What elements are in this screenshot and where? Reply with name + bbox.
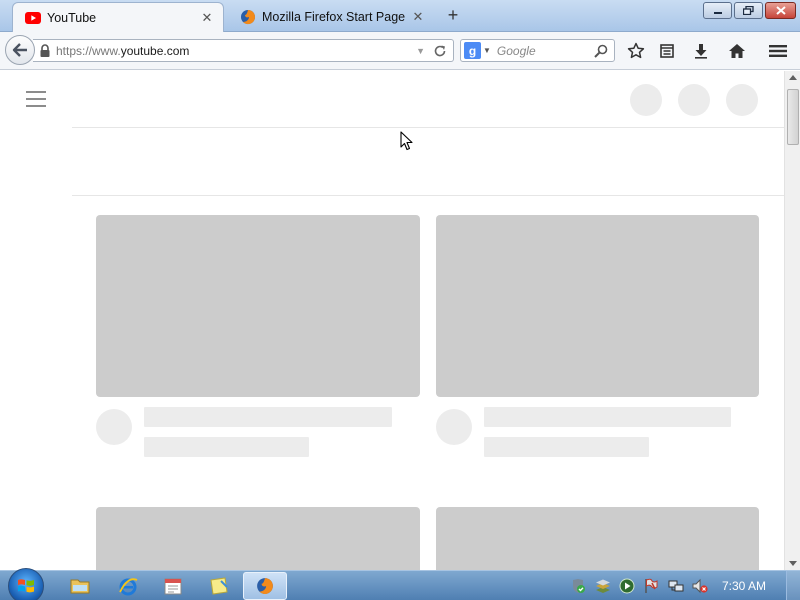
media-play-icon[interactable] [619,578,635,594]
search-icon[interactable] [594,44,608,58]
firefox-icon [240,9,256,25]
taskbar-firefox-button[interactable] [243,572,287,600]
window-controls [703,2,796,19]
flag-icon[interactable] [643,578,659,594]
header-divider [72,127,784,128]
url-prefix: https://www. [56,43,121,58]
internet-explorer-icon[interactable] [116,575,140,597]
google-icon[interactable]: g [464,42,481,59]
calendar-app-icon[interactable] [161,575,185,597]
minimize-button[interactable] [703,2,732,19]
show-desktop-button[interactable] [786,571,800,600]
youtube-page [0,71,784,570]
title-bar: YouTube ✕ Mozilla Firefox Start Page ✕ + [0,0,800,32]
taskbar-clock[interactable]: 7:30 AM [722,579,766,593]
title-placeholder [484,407,731,427]
video-thumbnail-placeholder[interactable] [436,507,759,570]
mouse-cursor-icon [400,131,413,154]
scroll-thumb[interactable] [787,89,799,145]
taskbar: 7:30 AM [0,568,800,600]
new-tab-button[interactable]: + [443,6,463,25]
restore-icon [743,6,754,15]
tab-title: Mozilla Firefox Start Page [262,10,406,24]
downloads-icon[interactable] [691,41,711,61]
reading-list-icon[interactable] [657,41,677,61]
guide-menu-icon[interactable] [26,91,46,107]
network-icon[interactable] [668,578,684,594]
close-icon [775,6,786,15]
tab-firefox-start[interactable]: Mozilla Firefox Start Page ✕ [228,2,434,32]
channel-avatar-placeholder [96,409,132,445]
minimize-icon [713,11,722,14]
home-icon[interactable] [727,41,747,61]
header-button-placeholder [678,84,710,116]
meta-placeholder [484,437,649,457]
video-thumbnail-placeholder[interactable] [436,215,759,397]
security-shield-icon[interactable] [570,578,586,594]
header-button-placeholder [630,84,662,116]
history-dropdown-icon[interactable]: ▼ [416,46,425,56]
scroll-up-icon[interactable] [789,75,797,80]
reload-icon[interactable] [433,44,447,58]
volume-muted-icon[interactable] [692,578,708,594]
menu-icon[interactable] [768,41,788,61]
window-close-button[interactable] [765,2,796,19]
youtube-icon [25,10,41,26]
search-bar[interactable]: g ▼ Google [460,39,615,62]
engine-dropdown-icon[interactable]: ▼ [483,46,491,55]
start-button[interactable] [8,568,44,600]
windows-explorer-icon[interactable] [68,575,92,597]
firefox-icon [257,578,273,594]
tab-title: YouTube [47,10,97,25]
navigation-toolbar: https://www.youtube.com ▼ g ▼ Google [0,32,800,70]
close-tab-icon[interactable]: ✕ [410,9,426,25]
back-arrow-icon [12,43,27,57]
restore-button[interactable] [734,2,763,19]
bookmark-star-icon[interactable] [626,41,646,61]
meta-placeholder [144,437,309,457]
url-text[interactable]: https://www.youtube.com [56,44,416,58]
title-placeholder [144,407,392,427]
video-thumbnail-placeholder[interactable] [96,215,420,397]
chips-divider [72,195,784,196]
back-button[interactable] [5,35,35,65]
header-button-placeholder [726,84,758,116]
page-scrollbar[interactable] [784,71,800,570]
library-icon[interactable] [595,578,611,594]
lock-icon[interactable] [39,43,51,58]
sticky-notes-icon[interactable] [207,575,231,597]
video-thumbnail-placeholder[interactable] [96,507,420,570]
url-bar[interactable]: https://www.youtube.com ▼ [33,39,454,62]
search-placeholder[interactable]: Google [497,44,594,58]
channel-avatar-placeholder [436,409,472,445]
url-domain: youtube.com [120,43,190,58]
scroll-down-icon[interactable] [789,561,797,566]
close-tab-icon[interactable]: ✕ [199,10,215,26]
windows-logo-icon [18,579,34,593]
tab-youtube[interactable]: YouTube ✕ [12,2,224,32]
